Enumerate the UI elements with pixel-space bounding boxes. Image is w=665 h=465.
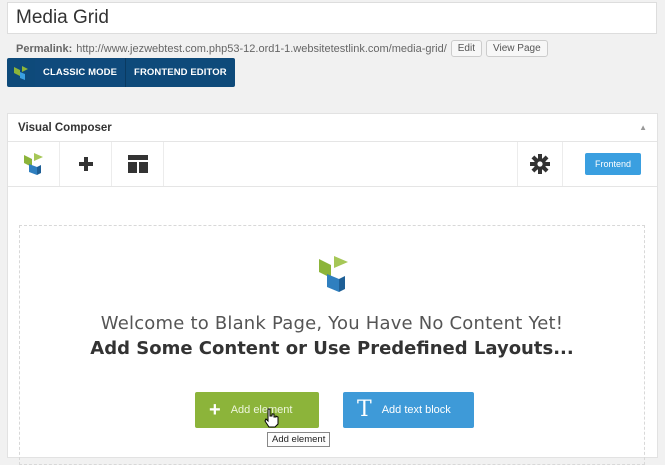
permalink-label: Permalink: [16,42,73,55]
vc-logo-icon[interactable] [8,142,60,186]
frontend-button-wrap: Frontend [563,142,657,186]
view-page-button[interactable]: View Page [486,40,548,57]
welcome-heading: Welcome to Blank Page, You Have No Conte… [100,313,564,334]
add-text-block-button[interactable]: T Add text block [343,392,474,428]
post-title-input[interactable] [7,2,657,34]
visual-composer-panel: Visual Composer ▲ Frontend Welcome to Bl… [7,113,658,465]
permalink-row: Permalink: http://www.jezwebtest.com.php… [16,40,548,57]
add-text-block-label: Add text block [381,404,451,416]
plus-icon[interactable] [60,142,112,186]
toolbar-right: Frontend [516,142,657,186]
triangle-up-icon[interactable]: ▲ [639,123,647,132]
empty-content-area: Welcome to Blank Page, You Have No Conte… [19,225,645,465]
edit-permalink-button[interactable]: Edit [450,40,482,57]
permalink-url[interactable]: http://www.jezwebtest.com.php53-12.ord1-… [76,43,447,55]
composer-toolbar: Frontend [8,142,657,187]
classic-mode-button[interactable]: CLASSIC MODE [35,58,126,87]
hand-pointer-icon [263,408,279,433]
text-t-icon: T [357,397,372,422]
add-element-button[interactable]: + Add element [195,392,319,428]
editor-mode-bar: CLASSIC MODE FRONTEND EDITOR [7,58,235,87]
layout-icon[interactable] [112,142,164,186]
add-element-label: Add element [230,404,293,416]
panel-title: Visual Composer [18,121,112,134]
tooltip: Add element [267,432,331,447]
plus-icon: + [209,399,221,421]
vc-logo-icon [317,254,351,299]
gear-icon[interactable] [516,142,563,186]
frontend-editor-button[interactable]: FRONTEND EDITOR [125,58,235,87]
welcome-subheading: Add Some Content or Use Predefined Layou… [90,338,574,359]
frontend-button[interactable]: Frontend [584,153,641,175]
vc-logo-icon [7,58,35,87]
panel-header: Visual Composer ▲ [8,114,657,142]
